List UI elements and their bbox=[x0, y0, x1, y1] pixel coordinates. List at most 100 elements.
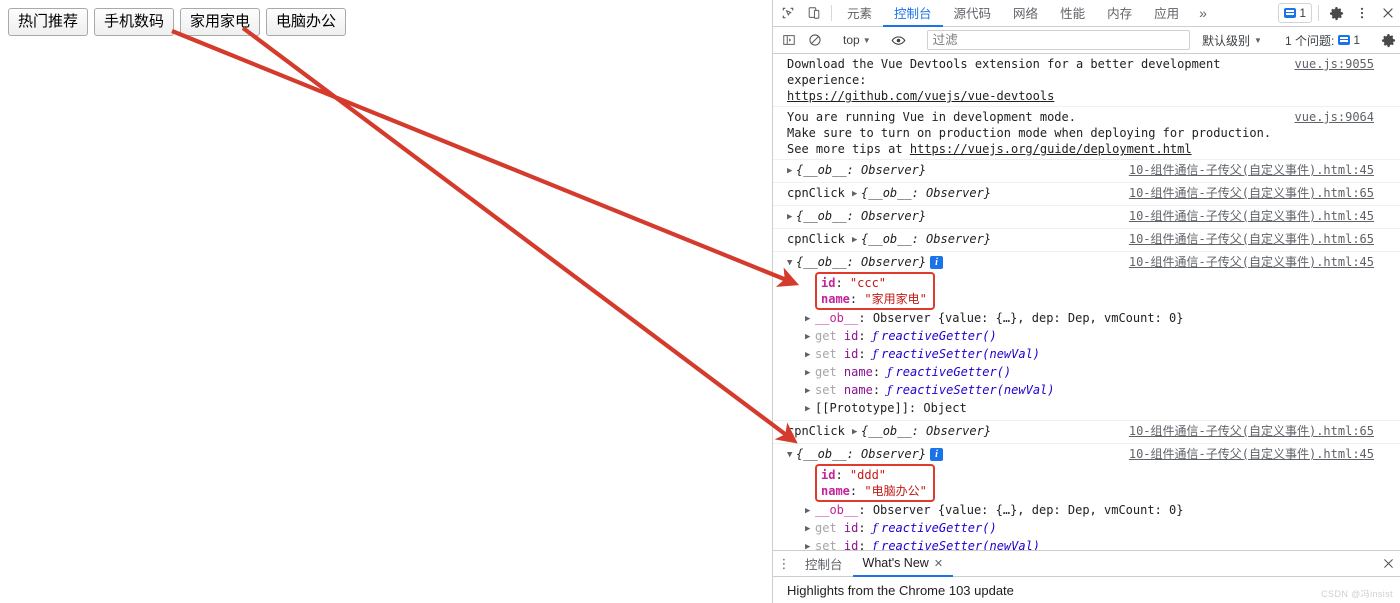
tab-performance[interactable]: 性能 bbox=[1049, 0, 1096, 27]
console-message-vue-devtools[interactable]: Download the Vue Devtools extension for … bbox=[773, 54, 1400, 107]
expand-triangle-icon[interactable]: ▶ bbox=[805, 329, 814, 345]
expand-triangle-icon[interactable]: ▶ bbox=[852, 232, 861, 248]
log-prefix: cpnClick bbox=[787, 424, 845, 438]
expand-triangle-icon[interactable]: ▶ bbox=[805, 521, 814, 537]
collapse-triangle-icon[interactable]: ▼ bbox=[787, 447, 796, 463]
expand-triangle-icon[interactable]: ▶ bbox=[805, 311, 814, 327]
tab-sources[interactable]: 源代码 bbox=[943, 0, 1003, 27]
message-source-link[interactable]: vue.js:9064 bbox=[1295, 109, 1374, 125]
console-settings-gear-icon[interactable] bbox=[1375, 33, 1400, 48]
prop-id[interactable]: id: "ddd" bbox=[821, 467, 927, 483]
console-message-vue-devmode[interactable]: You are running Vue in development mode.… bbox=[773, 107, 1400, 160]
prop-value: reactiveSetter(newVal) bbox=[895, 383, 1055, 397]
kebab-menu-icon[interactable] bbox=[1349, 0, 1375, 26]
object-preview[interactable]: {__ob__: Observer} bbox=[796, 447, 926, 461]
expand-triangle-icon[interactable]: ▶ bbox=[852, 186, 861, 202]
expand-triangle-icon[interactable]: ▶ bbox=[787, 163, 796, 179]
expand-triangle-icon[interactable]: ▶ bbox=[852, 424, 861, 440]
log-source-link[interactable]: 10-组件通信-子传父(自定义事件).html:65 bbox=[1129, 423, 1374, 439]
object-preview[interactable]: {__ob__: Observer} bbox=[796, 163, 926, 177]
message-source-link[interactable]: vue.js:9055 bbox=[1295, 56, 1374, 72]
prop-set-name[interactable]: ▶ set name: ƒ reactiveSetter(newVal) bbox=[787, 382, 1400, 400]
close-drawer-icon[interactable] bbox=[1375, 551, 1400, 576]
console-log-row[interactable]: ▶ {__ob__: Observer} 10-组件通信-子传父(自定义事件).h… bbox=[773, 206, 1400, 229]
object-preview[interactable]: {__ob__: Observer} bbox=[796, 255, 926, 269]
tab-memory[interactable]: 内存 bbox=[1096, 0, 1143, 27]
tab-application[interactable]: 应用 bbox=[1143, 0, 1190, 27]
expand-triangle-icon[interactable]: ▶ bbox=[805, 401, 814, 417]
vue-deployment-link[interactable]: https://vuejs.org/guide/deployment.html bbox=[910, 142, 1192, 156]
accessor-kind: set bbox=[815, 539, 837, 550]
drawer-tab-label: What's New bbox=[862, 556, 929, 570]
issues-count-button[interactable]: 1 bbox=[1338, 33, 1366, 47]
expand-triangle-icon[interactable]: ▶ bbox=[805, 539, 814, 550]
clear-console-icon[interactable] bbox=[802, 33, 828, 47]
console-log-row[interactable]: cpnClick ▶ {__ob__: Observer} 10-组件通信-子传父… bbox=[773, 183, 1400, 206]
prop-name[interactable]: name: "家用家电" bbox=[821, 291, 927, 307]
object-preview[interactable]: {__ob__: Observer} bbox=[861, 186, 991, 200]
console-filter-input[interactable] bbox=[926, 30, 1191, 50]
console-sidebar-icon[interactable] bbox=[776, 33, 802, 47]
log-source-link[interactable]: 10-组件通信-子传父(自定义事件).html:45 bbox=[1129, 254, 1374, 270]
issues-badge-button[interactable]: 1 bbox=[1278, 3, 1312, 23]
prop-key: name bbox=[843, 383, 873, 397]
live-expression-icon[interactable] bbox=[886, 33, 912, 48]
red-highlight-box: id: "ddd" name: "电脑办公" bbox=[815, 464, 935, 502]
drawer-tab-console[interactable]: 控制台 bbox=[795, 551, 853, 577]
log-source-link[interactable]: 10-组件通信-子传父(自定义事件).html:45 bbox=[1129, 162, 1374, 178]
toggle-device-toolbar-icon[interactable] bbox=[801, 0, 827, 26]
expand-triangle-icon[interactable]: ▶ bbox=[805, 347, 814, 363]
info-badge-icon[interactable]: i bbox=[930, 448, 944, 461]
close-tab-icon[interactable]: ✕ bbox=[934, 557, 943, 570]
console-log-row[interactable]: cpnClick ▶ {__ob__: Observer} 10-组件通信-子传父… bbox=[773, 421, 1400, 444]
console-output[interactable]: Download the Vue Devtools extension for … bbox=[773, 54, 1400, 550]
tab-elements[interactable]: 元素 bbox=[836, 0, 883, 27]
object-preview[interactable]: {__ob__: Observer} bbox=[861, 424, 991, 438]
log-source-link[interactable]: 10-组件通信-子传父(自定义事件).html:45 bbox=[1129, 208, 1374, 224]
log-source-link[interactable]: 10-组件通信-子传父(自定义事件).html:45 bbox=[1129, 446, 1374, 462]
close-icon[interactable] bbox=[1375, 0, 1400, 26]
category-tab-appliance[interactable]: 家用家电 bbox=[180, 8, 261, 36]
prop-id[interactable]: id: "ccc" bbox=[821, 275, 927, 291]
category-tab-phone[interactable]: 手机数码 bbox=[94, 8, 175, 36]
prop-set-id[interactable]: ▶ set id: ƒ reactiveSetter(newVal) bbox=[787, 346, 1400, 364]
tab-console[interactable]: 控制台 bbox=[883, 0, 943, 27]
prop-set-id[interactable]: ▶ set id: ƒ reactiveSetter(newVal) bbox=[787, 538, 1400, 550]
expand-triangle-icon[interactable]: ▶ bbox=[805, 503, 814, 519]
collapse-triangle-icon[interactable]: ▼ bbox=[787, 255, 796, 271]
log-level-selector[interactable]: 默认级别 ▼ bbox=[1196, 32, 1268, 49]
watermark-text: CSDN @冯insist bbox=[1321, 589, 1393, 599]
drawer-tab-whats-new[interactable]: What's New ✕ bbox=[852, 551, 954, 577]
console-log-row[interactable]: ▶ {__ob__: Observer} 10-组件通信-子传父(自定义事件).h… bbox=[773, 160, 1400, 183]
execution-context-selector[interactable]: top ▼ bbox=[837, 33, 877, 47]
prop-get-name[interactable]: ▶ get name: ƒ reactiveGetter() bbox=[787, 364, 1400, 382]
prop-ob[interactable]: ▶ __ob__: Observer {value: {…}, dep: Dep,… bbox=[787, 310, 1400, 328]
object-preview[interactable]: {__ob__: Observer} bbox=[861, 232, 991, 246]
devtools-panel: 元素 控制台 源代码 网络 性能 内存 应用 » 1 top ▼ 过滤 默认级别… bbox=[772, 0, 1400, 603]
console-expanded-object-ccc[interactable]: 10-组件通信-子传父(自定义事件).html:45 ▼ {__ob__: Obs… bbox=[773, 252, 1400, 421]
expand-triangle-icon[interactable]: ▶ bbox=[805, 365, 814, 381]
inspect-element-icon[interactable] bbox=[775, 0, 801, 26]
more-tabs-chevron-icon[interactable]: » bbox=[1190, 0, 1216, 26]
log-source-link[interactable]: 10-组件通信-子传父(自定义事件).html:65 bbox=[1129, 231, 1374, 247]
console-log-row[interactable]: cpnClick ▶ {__ob__: Observer} 10-组件通信-子传父… bbox=[773, 229, 1400, 252]
vue-devtools-link[interactable]: https://github.com/vuejs/vue-devtools bbox=[787, 88, 1400, 104]
log-source-link[interactable]: 10-组件通信-子传父(自定义事件).html:65 bbox=[1129, 185, 1374, 201]
issues-icon-2 bbox=[1338, 35, 1351, 45]
console-expanded-object-ddd[interactable]: 10-组件通信-子传父(自定义事件).html:45 ▼ {__ob__: Obs… bbox=[773, 444, 1400, 550]
tab-network[interactable]: 网络 bbox=[1002, 0, 1049, 27]
prop-name[interactable]: name: "电脑办公" bbox=[821, 483, 927, 499]
prop-get-id[interactable]: ▶ get id: ƒ reactiveGetter() bbox=[787, 520, 1400, 538]
expand-triangle-icon[interactable]: ▶ bbox=[805, 383, 814, 399]
category-tab-computer[interactable]: 电脑办公 bbox=[266, 8, 347, 36]
prop-prototype[interactable]: ▶ [[Prototype]]: Object bbox=[787, 400, 1400, 418]
prop-ob[interactable]: ▶ __ob__: Observer {value: {…}, dep: Dep,… bbox=[787, 502, 1400, 520]
prop-value: "家用家电" bbox=[864, 292, 927, 306]
category-tab-hot[interactable]: 热门推荐 bbox=[8, 8, 89, 36]
kebab-menu-icon[interactable]: ⋮ bbox=[773, 551, 795, 576]
info-badge-icon[interactable]: i bbox=[930, 256, 944, 269]
prop-get-id[interactable]: ▶ get id: ƒ reactiveGetter() bbox=[787, 328, 1400, 346]
object-preview[interactable]: {__ob__: Observer} bbox=[796, 209, 926, 223]
expand-triangle-icon[interactable]: ▶ bbox=[787, 209, 796, 225]
gear-icon[interactable] bbox=[1323, 0, 1349, 26]
